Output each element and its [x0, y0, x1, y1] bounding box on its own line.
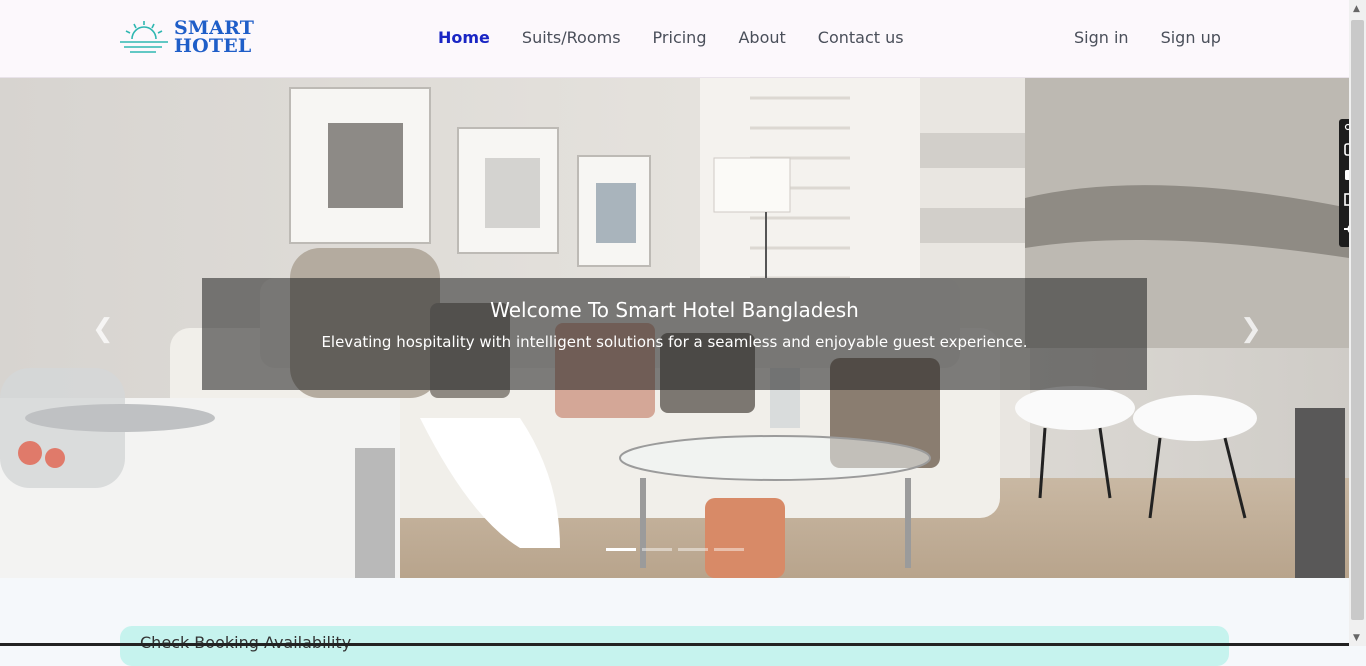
- scroll-down-icon[interactable]: ▼: [1353, 633, 1360, 643]
- carousel-indicator-3[interactable]: [678, 548, 708, 551]
- hotel-logo[interactable]: SMART HOTEL: [120, 19, 255, 59]
- nav-pricing[interactable]: Pricing: [653, 28, 707, 50]
- scroll-up-icon[interactable]: ▲: [1353, 4, 1360, 14]
- carousel-indicator-1[interactable]: [606, 548, 636, 551]
- sign-up-link[interactable]: Sign up: [1161, 28, 1221, 48]
- auth-links: Sign in Sign up: [1074, 28, 1253, 48]
- top-navbar: SMART HOTEL Home Suits/Rooms Pricing Abo…: [0, 0, 1349, 78]
- carousel-indicators: [606, 548, 750, 551]
- nav-suits-rooms[interactable]: Suits/Rooms: [522, 28, 621, 50]
- hero-subtitle: Elevating hospitality with intelligent s…: [321, 333, 1028, 351]
- carousel-indicator-4[interactable]: [714, 548, 744, 551]
- scrollbar-thumb[interactable]: [1351, 20, 1364, 620]
- brand-name: SMART HOTEL: [174, 19, 254, 57]
- brand-line-2: HOTEL: [174, 35, 252, 57]
- page-scrollbar[interactable]: ▲ ▼: [1349, 0, 1366, 646]
- carousel-next-button[interactable]: ❯: [1240, 314, 1262, 344]
- nav-about[interactable]: About: [738, 28, 785, 50]
- nav-contact[interactable]: Contact us: [818, 28, 904, 50]
- booking-availability-panel: Check Booking Availability: [120, 626, 1229, 666]
- hero-carousel: ❮ ❯ Welcome To Smart Hotel Bangladesh El…: [0, 78, 1349, 578]
- main-nav: Home Suits/Rooms Pricing About Contact u…: [438, 28, 936, 50]
- carousel-prev-button[interactable]: ❮: [92, 314, 114, 344]
- hero-title: Welcome To Smart Hotel Bangladesh: [490, 298, 859, 322]
- nav-home[interactable]: Home: [438, 28, 490, 50]
- hero-caption: Welcome To Smart Hotel Bangladesh Elevat…: [202, 278, 1147, 390]
- sign-in-link[interactable]: Sign in: [1074, 28, 1129, 48]
- carousel-indicator-2[interactable]: [642, 548, 672, 551]
- sunrise-logo-icon: [120, 21, 168, 53]
